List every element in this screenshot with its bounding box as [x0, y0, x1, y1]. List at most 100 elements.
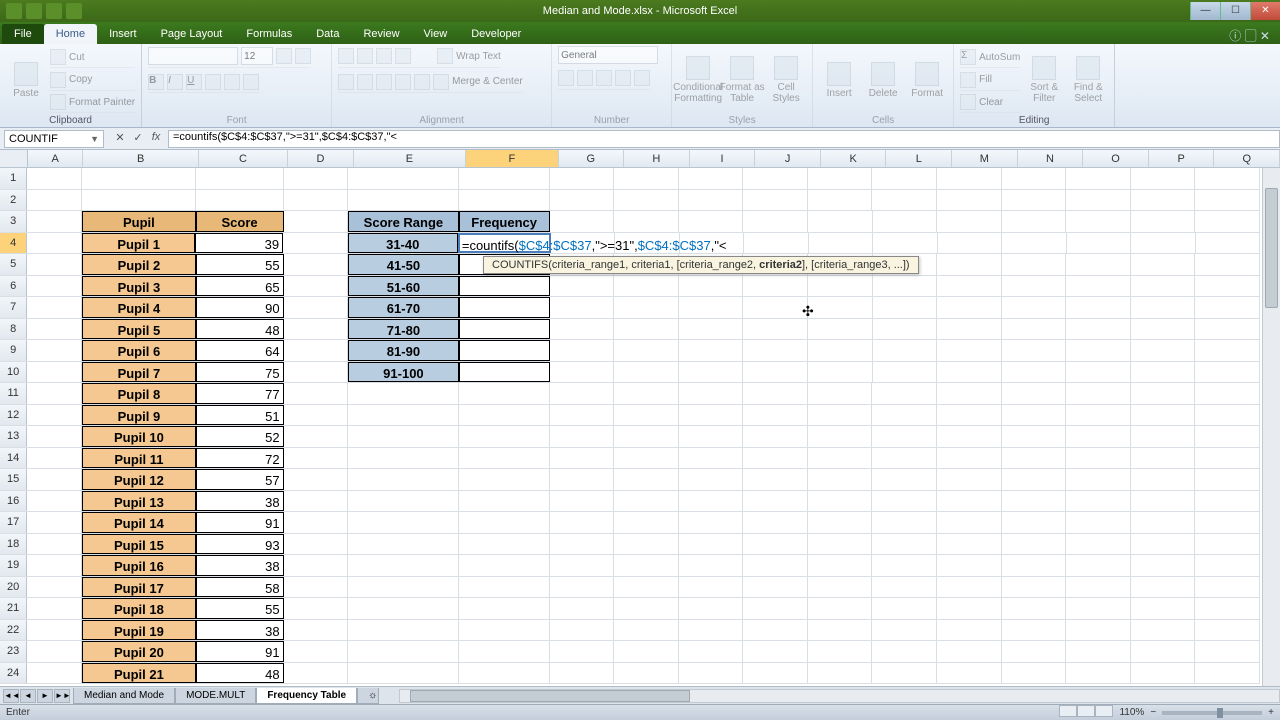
cell-C18[interactable]: 93 — [196, 534, 284, 555]
cell-E17[interactable] — [348, 512, 458, 533]
cell-P19[interactable] — [1131, 555, 1196, 576]
cell-J9[interactable] — [743, 340, 808, 361]
cell-J15[interactable] — [743, 469, 808, 490]
cell-B15[interactable]: Pupil 12 — [82, 469, 195, 490]
cell-O18[interactable] — [1066, 534, 1131, 555]
cell-G12[interactable] — [550, 405, 615, 426]
cell-E18[interactable] — [348, 534, 458, 555]
cell-I20[interactable] — [679, 577, 744, 598]
cell-P15[interactable] — [1131, 469, 1196, 490]
cell-B1[interactable] — [82, 168, 195, 189]
cell-C1[interactable] — [196, 168, 284, 189]
close-button[interactable]: ✕ — [1250, 2, 1280, 20]
cell-O11[interactable] — [1066, 383, 1131, 404]
cell-M2[interactable] — [937, 190, 1002, 211]
underline-button[interactable]: U — [186, 74, 202, 90]
cell-N9[interactable] — [1002, 340, 1067, 361]
cell-H18[interactable] — [614, 534, 679, 555]
cell-F23[interactable] — [459, 641, 550, 662]
cell-I15[interactable] — [679, 469, 744, 490]
cell-O16[interactable] — [1066, 491, 1131, 512]
cell-C22[interactable]: 38 — [196, 620, 284, 641]
cell-J18[interactable] — [743, 534, 808, 555]
cell-B24[interactable]: Pupil 21 — [82, 663, 195, 684]
cell-B23[interactable]: Pupil 20 — [82, 641, 195, 662]
cell-H22[interactable] — [614, 620, 679, 641]
cell-H20[interactable] — [614, 577, 679, 598]
cell-B6[interactable]: Pupil 3 — [82, 276, 195, 297]
comma-icon[interactable] — [596, 70, 612, 86]
view-buttons[interactable] — [1059, 705, 1113, 720]
column-header-P[interactable]: P — [1149, 150, 1215, 167]
cell-Q6[interactable] — [1195, 276, 1260, 297]
cell-O7[interactable] — [1066, 297, 1131, 318]
cell-K22[interactable] — [808, 620, 873, 641]
cell-E5[interactable]: 41-50 — [348, 254, 458, 275]
select-all-corner[interactable] — [0, 150, 28, 167]
first-sheet-button[interactable]: ◄◄ — [3, 689, 19, 703]
cell-K14[interactable] — [808, 448, 873, 469]
cell-F16[interactable] — [459, 491, 550, 512]
cell-K19[interactable] — [808, 555, 873, 576]
row-header-19[interactable]: 19 — [0, 555, 27, 576]
row-header-1[interactable]: 1 — [0, 168, 27, 189]
cell-L8[interactable] — [873, 319, 938, 340]
cell-L16[interactable] — [872, 491, 937, 512]
cell-O22[interactable] — [1066, 620, 1131, 641]
cell-M15[interactable] — [937, 469, 1002, 490]
cell-D15[interactable] — [284, 469, 349, 490]
cell-D18[interactable] — [284, 534, 349, 555]
cell-F10[interactable] — [459, 362, 550, 383]
cell-M8[interactable] — [937, 319, 1002, 340]
cell-H9[interactable] — [614, 340, 679, 361]
cell-F15[interactable] — [459, 469, 550, 490]
cell-B10[interactable]: Pupil 7 — [82, 362, 195, 383]
cell-N13[interactable] — [1002, 426, 1067, 447]
cell-P10[interactable] — [1131, 362, 1196, 383]
cell-I24[interactable] — [679, 663, 744, 684]
row-header-14[interactable]: 14 — [0, 448, 27, 469]
decrease-font-icon[interactable] — [295, 48, 311, 64]
minimize-button[interactable]: — — [1190, 2, 1220, 20]
cell-B7[interactable]: Pupil 4 — [82, 297, 195, 318]
cell-K18[interactable] — [808, 534, 873, 555]
cell-D24[interactable] — [284, 663, 349, 684]
column-header-E[interactable]: E — [354, 150, 466, 167]
cell-F20[interactable] — [459, 577, 550, 598]
cell-K1[interactable] — [808, 168, 873, 189]
increase-font-icon[interactable] — [276, 48, 292, 64]
cell-O24[interactable] — [1066, 663, 1131, 684]
cell-I9[interactable] — [679, 340, 744, 361]
cell-G22[interactable] — [550, 620, 615, 641]
cell-E14[interactable] — [348, 448, 458, 469]
cell-Q1[interactable] — [1195, 168, 1260, 189]
cell-J22[interactable] — [743, 620, 808, 641]
cell-Q24[interactable] — [1195, 663, 1260, 684]
cell-G3[interactable] — [550, 211, 615, 232]
zoom-level[interactable]: 110% — [1119, 707, 1144, 718]
cell-N15[interactable] — [1002, 469, 1067, 490]
cell-L6[interactable] — [873, 276, 938, 297]
accounting-icon[interactable] — [558, 70, 574, 86]
cell-E4[interactable]: 31-40 — [348, 233, 458, 254]
cell-P11[interactable] — [1131, 383, 1196, 404]
cell-N2[interactable] — [1002, 190, 1067, 211]
cell-D13[interactable] — [284, 426, 349, 447]
name-box[interactable]: COUNTIF▼ — [4, 130, 104, 148]
row-header-6[interactable]: 6 — [0, 276, 27, 297]
last-sheet-button[interactable]: ►► — [54, 689, 70, 703]
row-header-2[interactable]: 2 — [0, 190, 27, 211]
cell-I14[interactable] — [679, 448, 744, 469]
cell-A24[interactable] — [27, 663, 82, 684]
cell-D11[interactable] — [284, 383, 349, 404]
cell-D3[interactable] — [284, 211, 349, 232]
cell-O2[interactable] — [1066, 190, 1131, 211]
cell-C23[interactable]: 91 — [196, 641, 284, 662]
cell-L11[interactable] — [872, 383, 937, 404]
cell-A9[interactable] — [27, 340, 82, 361]
row-header-16[interactable]: 16 — [0, 491, 27, 512]
row-header-10[interactable]: 10 — [0, 362, 27, 383]
cell-G15[interactable] — [550, 469, 615, 490]
cell-Q10[interactable] — [1195, 362, 1260, 383]
cell-Q20[interactable] — [1195, 577, 1260, 598]
